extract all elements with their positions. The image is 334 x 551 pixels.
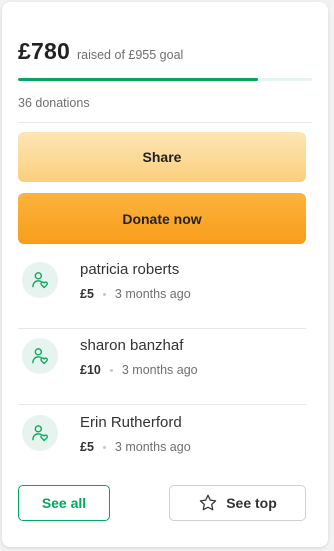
donor-heart-icon bbox=[22, 415, 58, 451]
see-all-button[interactable]: See all bbox=[18, 485, 110, 521]
see-top-label: See top bbox=[226, 495, 277, 511]
separator-dot bbox=[102, 445, 106, 449]
separator-dot bbox=[102, 292, 106, 296]
donor-list-item: patricia roberts £5 3 months ago bbox=[18, 253, 306, 329]
donor-meta: £5 3 months ago bbox=[80, 287, 191, 301]
see-top-button[interactable]: See top bbox=[169, 485, 306, 521]
divider bbox=[18, 122, 312, 123]
donor-name: patricia roberts bbox=[80, 261, 180, 278]
donor-meta: £10 3 months ago bbox=[80, 363, 198, 377]
donor-time: 3 months ago bbox=[114, 287, 191, 301]
goal-text: raised of £955 goal bbox=[76, 48, 184, 62]
divider bbox=[18, 404, 306, 405]
progress-fill bbox=[18, 78, 259, 81]
donor-meta: £5 3 months ago bbox=[80, 440, 191, 454]
donations-count: 36 donations bbox=[18, 96, 90, 110]
donor-amount: £5 bbox=[80, 440, 94, 454]
donor-name: sharon banzhaf bbox=[80, 337, 184, 354]
donor-amount: £5 bbox=[80, 287, 94, 301]
donor-heart-icon bbox=[22, 262, 58, 298]
donor-list-item: Erin Rutherford £5 3 months ago bbox=[18, 406, 306, 482]
share-button[interactable]: Share bbox=[18, 132, 306, 182]
progress-bar bbox=[18, 78, 312, 81]
donation-card: £780 raised of £955 goal 36 donations Sh… bbox=[2, 2, 328, 547]
donor-list-item: sharon banzhaf £10 3 months ago bbox=[18, 329, 306, 405]
donor-time: 3 months ago bbox=[114, 440, 191, 454]
donor-name: Erin Rutherford bbox=[80, 414, 182, 431]
amount-raised: £780 bbox=[18, 38, 70, 64]
donate-now-button[interactable]: Donate now bbox=[18, 193, 306, 244]
donor-amount: £10 bbox=[80, 363, 101, 377]
separator-dot bbox=[109, 368, 113, 372]
donor-heart-icon bbox=[22, 338, 58, 374]
donor-time: 3 months ago bbox=[121, 363, 198, 377]
amount-summary: £780 raised of £955 goal bbox=[18, 38, 183, 65]
star-icon bbox=[198, 493, 218, 513]
